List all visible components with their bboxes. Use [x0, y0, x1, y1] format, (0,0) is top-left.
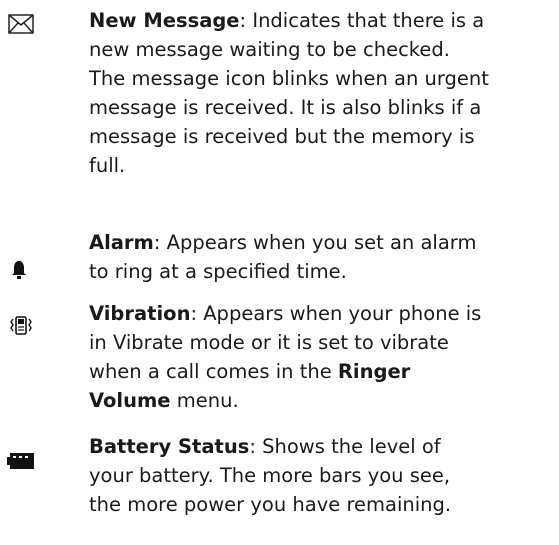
vibrate-icon [10, 316, 32, 335]
entry-text: New Message: Indicates that there is a n… [89, 9, 489, 177]
entry-title: Battery Status [89, 435, 250, 458]
envelope-icon [8, 14, 34, 34]
menu-ref: Ringer [337, 360, 411, 383]
menu-ref: Volume [89, 389, 171, 412]
entry-title: Alarm [89, 231, 154, 254]
entry-title: Vibration [89, 302, 191, 325]
entry-text: Vibration: Appears when your phone is in… [89, 302, 482, 412]
bell-icon [12, 261, 26, 279]
battery-icon [7, 453, 34, 469]
entry-title: New Message [89, 9, 240, 32]
entry-text: Alarm: Appears when you set an alarm to … [89, 231, 477, 283]
entry-text: Battery Status: Shows the level of your … [89, 435, 452, 516]
